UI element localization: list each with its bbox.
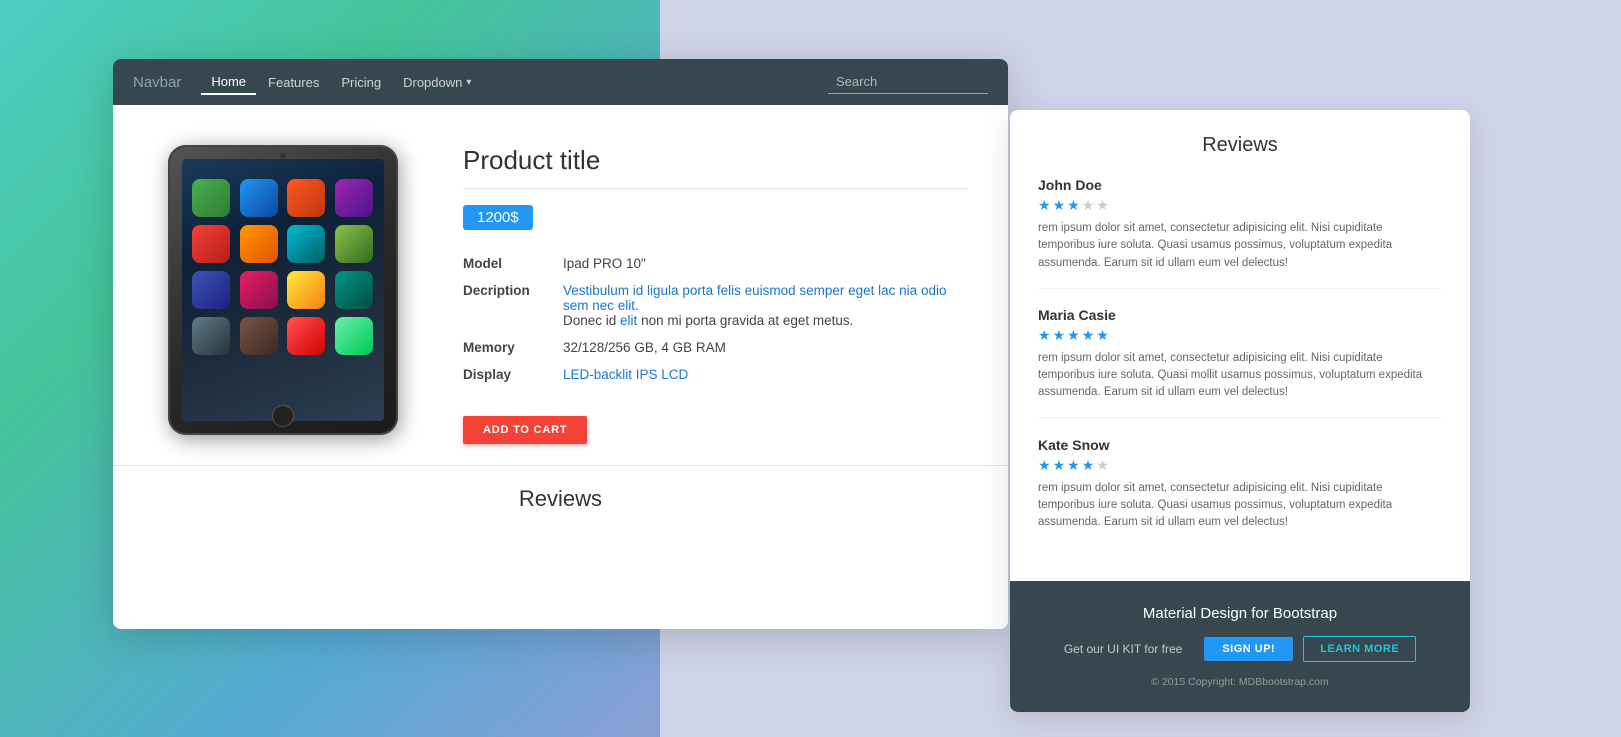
reviewer-name-3: Kate Snow: [1038, 437, 1442, 453]
spec-value-description: Vestibulum id ligula porta felis euismod…: [563, 277, 968, 334]
spec-label-display: Display: [463, 361, 563, 388]
star-icon: ★: [1038, 327, 1051, 344]
screen-icons: [182, 159, 384, 365]
star-icon: ★: [1053, 327, 1066, 344]
footer-actions: Get our UI KIT for free SIGN UP! LEARN M…: [1038, 636, 1442, 662]
navbar-brand: Navbar: [133, 74, 181, 91]
back-card-reviews-area: Reviews John Doe ★ ★ ★ ★ ★ rem ipsum dol…: [1010, 110, 1470, 581]
nav-link-features[interactable]: Features: [258, 71, 329, 94]
star-icon: ★: [1096, 327, 1109, 344]
app-icon: [287, 225, 325, 263]
product-image-area: [143, 135, 423, 445]
app-icon: [335, 271, 373, 309]
search-input[interactable]: [828, 70, 988, 94]
star-icon: ★: [1053, 457, 1066, 474]
description-text-1: Vestibulum id ligula porta felis euismod…: [563, 283, 946, 313]
stars-2: ★ ★ ★ ★ ★: [1038, 327, 1442, 344]
product-image: [168, 145, 398, 445]
main-card: Navbar Home Features Pricing Dropdown ▾: [113, 59, 1008, 629]
ipad-home-button: [272, 405, 294, 427]
spec-label-model: Model: [463, 250, 563, 277]
star-icon: ★: [1053, 197, 1066, 214]
table-row: Memory 32/128/256 GB, 4 GB RAM: [463, 334, 968, 361]
back-card: Reviews John Doe ★ ★ ★ ★ ★ rem ipsum dol…: [1010, 110, 1470, 712]
spec-value-display: LED-backlit IPS LCD: [563, 361, 968, 388]
description-link[interactable]: elit: [620, 313, 637, 328]
app-icon: [240, 271, 278, 309]
star-icon: ★: [1067, 327, 1080, 344]
app-icon: [335, 225, 373, 263]
chevron-down-icon: ▾: [466, 77, 471, 88]
review-text-3: rem ipsum dolor sit amet, consectetur ad…: [1038, 480, 1442, 532]
app-icon: [240, 179, 278, 217]
spec-label-memory: Memory: [463, 334, 563, 361]
star-icon: ★: [1082, 197, 1095, 214]
reviewer-name-1: John Doe: [1038, 177, 1442, 193]
learn-more-button[interactable]: LEARN MORE: [1303, 636, 1416, 662]
nav-dropdown[interactable]: Dropdown ▾: [393, 71, 481, 94]
review-text-2: rem ipsum dolor sit amet, consectetur ad…: [1038, 350, 1442, 402]
app-icon: [192, 271, 230, 309]
star-icon: ★: [1082, 457, 1095, 474]
nav-links: Home Features Pricing Dropdown ▾: [201, 70, 828, 95]
spec-table: Model Ipad PRO 10" Decription Vestibulum…: [463, 250, 968, 388]
table-row: Model Ipad PRO 10": [463, 250, 968, 277]
spec-label-description: Decription: [463, 277, 563, 334]
table-row: Decription Vestibulum id ligula porta fe…: [463, 277, 968, 334]
star-icon: ★: [1067, 457, 1080, 474]
product-details: Product title 1200$ Model Ipad PRO 10" D…: [463, 135, 968, 444]
product-title: Product title: [463, 145, 968, 176]
star-icon: ★: [1096, 197, 1109, 214]
app-icon: [192, 317, 230, 355]
reviewer-name-2: Maria Casie: [1038, 307, 1442, 323]
review-text-1: rem ipsum dolor sit amet, consectetur ad…: [1038, 220, 1442, 272]
search-area: [828, 70, 988, 94]
app-icon: [192, 225, 230, 263]
ipad-body: [168, 145, 398, 435]
app-icon: [335, 179, 373, 217]
nav-link-pricing[interactable]: Pricing: [331, 71, 391, 94]
stars-1: ★ ★ ★ ★ ★: [1038, 197, 1442, 214]
table-row: Display LED-backlit IPS LCD: [463, 361, 968, 388]
star-icon: ★: [1038, 197, 1051, 214]
footer-copyright: © 2015 Copyright: MDBbootstrap.com: [1038, 676, 1442, 688]
ipad-screen: [182, 159, 384, 421]
footer-cta-text: Get our UI KIT for free: [1064, 642, 1183, 656]
product-area: Product title 1200$ Model Ipad PRO 10" D…: [113, 105, 1008, 465]
app-icon: [240, 317, 278, 355]
nav-dropdown-label: Dropdown: [403, 75, 462, 90]
spec-value-model: Ipad PRO 10": [563, 250, 968, 277]
app-icon: [192, 179, 230, 217]
app-icon: [287, 271, 325, 309]
star-icon: ★: [1067, 197, 1080, 214]
description-text-2: Donec id elit non mi porta gravida at eg…: [563, 313, 853, 328]
nav-link-home[interactable]: Home: [201, 70, 256, 95]
app-icon: [287, 179, 325, 217]
navbar: Navbar Home Features Pricing Dropdown ▾: [113, 59, 1008, 105]
back-reviews-title: Reviews: [1038, 134, 1442, 157]
spec-value-memory: 32/128/256 GB, 4 GB RAM: [563, 334, 968, 361]
star-icon: ★: [1096, 457, 1109, 474]
back-card-footer: Material Design for Bootstrap Get our UI…: [1010, 581, 1470, 712]
add-to-cart-button[interactable]: ADD TO CART: [463, 416, 587, 444]
stars-3: ★ ★ ★ ★ ★: [1038, 457, 1442, 474]
product-divider: [463, 188, 968, 189]
review-item-3: Kate Snow ★ ★ ★ ★ ★ rem ipsum dolor sit …: [1038, 437, 1442, 548]
review-item-1: John Doe ★ ★ ★ ★ ★ rem ipsum dolor sit a…: [1038, 177, 1442, 289]
app-icon: [240, 225, 278, 263]
app-icon: [287, 317, 325, 355]
reviews-section: Reviews: [113, 465, 1008, 532]
footer-title: Material Design for Bootstrap: [1038, 605, 1442, 622]
signup-button[interactable]: SIGN UP!: [1204, 637, 1293, 661]
price-badge: 1200$: [463, 205, 533, 230]
app-icon: [335, 317, 373, 355]
star-icon: ★: [1082, 327, 1095, 344]
review-item-2: Maria Casie ★ ★ ★ ★ ★ rem ipsum dolor si…: [1038, 307, 1442, 419]
reviews-heading: Reviews: [153, 486, 968, 512]
star-icon: ★: [1038, 457, 1051, 474]
